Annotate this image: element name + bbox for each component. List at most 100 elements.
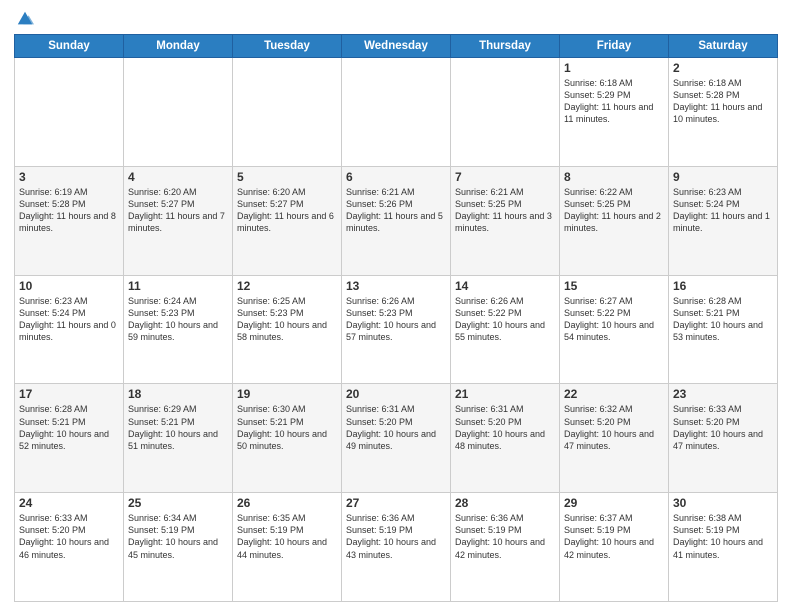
calendar-table: Sunday Monday Tuesday Wednesday Thursday…	[14, 34, 778, 602]
calendar-cell: 22 Sunrise: 6:32 AM Sunset: 5:20 PM Dayli…	[560, 384, 669, 493]
day-number: 17	[19, 387, 119, 401]
day-info: Sunrise: 6:22 AM Sunset: 5:25 PM Dayligh…	[564, 186, 664, 235]
day-info: Sunrise: 6:32 AM Sunset: 5:20 PM Dayligh…	[564, 403, 664, 452]
day-info: Sunrise: 6:23 AM Sunset: 5:24 PM Dayligh…	[673, 186, 773, 235]
day-number: 24	[19, 496, 119, 510]
calendar-cell: 2 Sunrise: 6:18 AM Sunset: 5:28 PM Daylig…	[669, 58, 778, 167]
day-info: Sunrise: 6:28 AM Sunset: 5:21 PM Dayligh…	[19, 403, 119, 452]
calendar-cell: 25 Sunrise: 6:34 AM Sunset: 5:19 PM Dayli…	[124, 493, 233, 602]
day-number: 7	[455, 170, 555, 184]
day-number: 28	[455, 496, 555, 510]
day-number: 10	[19, 279, 119, 293]
calendar-cell: 5Sunrise: 6:20 AM Sunset: 5:27 PM Daylig…	[233, 166, 342, 275]
calendar-cell: 28 Sunrise: 6:36 AM Sunset: 5:19 PM Dayli…	[451, 493, 560, 602]
header-tuesday: Tuesday	[233, 35, 342, 58]
calendar-cell: 29Sunrise: 6:37 AM Sunset: 5:19 PM Dayli…	[560, 493, 669, 602]
calendar-cell: 14 Sunrise: 6:26 AM Sunset: 5:22 PM Dayli…	[451, 275, 560, 384]
calendar-cell	[451, 58, 560, 167]
day-number: 9	[673, 170, 773, 184]
day-info: Sunrise: 6:34 AM Sunset: 5:19 PM Dayligh…	[128, 512, 228, 561]
day-number: 27	[346, 496, 446, 510]
calendar-cell: 12Sunrise: 6:25 AM Sunset: 5:23 PM Dayli…	[233, 275, 342, 384]
calendar-week-1: 1 Sunrise: 6:18 AM Sunset: 5:29 PM Daylig…	[15, 58, 778, 167]
calendar-week-2: 3 Sunrise: 6:19 AM Sunset: 5:28 PM Daylig…	[15, 166, 778, 275]
calendar-cell: 1 Sunrise: 6:18 AM Sunset: 5:29 PM Daylig…	[560, 58, 669, 167]
header-monday: Monday	[124, 35, 233, 58]
day-info: Sunrise: 6:28 AM Sunset: 5:21 PM Dayligh…	[673, 295, 773, 344]
day-number: 13	[346, 279, 446, 293]
calendar-week-4: 17 Sunrise: 6:28 AM Sunset: 5:21 PM Dayli…	[15, 384, 778, 493]
header-friday: Friday	[560, 35, 669, 58]
day-info: Sunrise: 6:20 AM Sunset: 5:27 PM Dayligh…	[237, 186, 337, 235]
day-info: Sunrise: 6:31 AM Sunset: 5:20 PM Dayligh…	[455, 403, 555, 452]
day-number: 1	[564, 61, 664, 75]
calendar-cell: 16 Sunrise: 6:28 AM Sunset: 5:21 PM Dayli…	[669, 275, 778, 384]
calendar-cell: 11 Sunrise: 6:24 AM Sunset: 5:23 PM Dayli…	[124, 275, 233, 384]
day-info: Sunrise: 6:35 AM Sunset: 5:19 PM Dayligh…	[237, 512, 337, 561]
day-number: 22	[564, 387, 664, 401]
day-number: 12	[237, 279, 337, 293]
day-number: 29	[564, 496, 664, 510]
day-info: Sunrise: 6:29 AM Sunset: 5:21 PM Dayligh…	[128, 403, 228, 452]
day-number: 30	[673, 496, 773, 510]
day-number: 19	[237, 387, 337, 401]
day-number: 15	[564, 279, 664, 293]
calendar-cell: 23 Sunrise: 6:33 AM Sunset: 5:20 PM Dayli…	[669, 384, 778, 493]
day-info: Sunrise: 6:33 AM Sunset: 5:20 PM Dayligh…	[673, 403, 773, 452]
calendar-cell	[15, 58, 124, 167]
day-number: 26	[237, 496, 337, 510]
day-number: 18	[128, 387, 228, 401]
day-info: Sunrise: 6:26 AM Sunset: 5:22 PM Dayligh…	[455, 295, 555, 344]
day-number: 8	[564, 170, 664, 184]
day-info: Sunrise: 6:31 AM Sunset: 5:20 PM Dayligh…	[346, 403, 446, 452]
day-info: Sunrise: 6:23 AM Sunset: 5:24 PM Dayligh…	[19, 295, 119, 344]
logo-icon	[16, 10, 34, 28]
calendar-cell: 30 Sunrise: 6:38 AM Sunset: 5:19 PM Dayli…	[669, 493, 778, 602]
calendar-cell: 3 Sunrise: 6:19 AM Sunset: 5:28 PM Daylig…	[15, 166, 124, 275]
day-info: Sunrise: 6:27 AM Sunset: 5:22 PM Dayligh…	[564, 295, 664, 344]
day-info: Sunrise: 6:18 AM Sunset: 5:29 PM Dayligh…	[564, 77, 664, 126]
day-info: Sunrise: 6:26 AM Sunset: 5:23 PM Dayligh…	[346, 295, 446, 344]
day-number: 6	[346, 170, 446, 184]
day-number: 20	[346, 387, 446, 401]
day-number: 4	[128, 170, 228, 184]
header-saturday: Saturday	[669, 35, 778, 58]
calendar-cell	[342, 58, 451, 167]
day-info: Sunrise: 6:18 AM Sunset: 5:28 PM Dayligh…	[673, 77, 773, 126]
day-info: Sunrise: 6:33 AM Sunset: 5:20 PM Dayligh…	[19, 512, 119, 561]
calendar-cell	[233, 58, 342, 167]
day-number: 3	[19, 170, 119, 184]
calendar-cell: 18 Sunrise: 6:29 AM Sunset: 5:21 PM Dayli…	[124, 384, 233, 493]
calendar-week-5: 24 Sunrise: 6:33 AM Sunset: 5:20 PM Dayli…	[15, 493, 778, 602]
calendar-cell: 9 Sunrise: 6:23 AM Sunset: 5:24 PM Daylig…	[669, 166, 778, 275]
calendar-week-3: 10 Sunrise: 6:23 AM Sunset: 5:24 PM Dayli…	[15, 275, 778, 384]
calendar-cell: 4Sunrise: 6:20 AM Sunset: 5:27 PM Daylig…	[124, 166, 233, 275]
day-number: 23	[673, 387, 773, 401]
calendar-cell: 13 Sunrise: 6:26 AM Sunset: 5:23 PM Dayli…	[342, 275, 451, 384]
calendar-header-row: Sunday Monday Tuesday Wednesday Thursday…	[15, 35, 778, 58]
calendar-cell: 20 Sunrise: 6:31 AM Sunset: 5:20 PM Dayli…	[342, 384, 451, 493]
header-thursday: Thursday	[451, 35, 560, 58]
calendar-cell: 17 Sunrise: 6:28 AM Sunset: 5:21 PM Dayli…	[15, 384, 124, 493]
day-number: 21	[455, 387, 555, 401]
day-number: 16	[673, 279, 773, 293]
day-info: Sunrise: 6:36 AM Sunset: 5:19 PM Dayligh…	[455, 512, 555, 561]
calendar-cell: 6Sunrise: 6:21 AM Sunset: 5:26 PM Daylig…	[342, 166, 451, 275]
day-info: Sunrise: 6:19 AM Sunset: 5:28 PM Dayligh…	[19, 186, 119, 235]
calendar-cell: 19Sunrise: 6:30 AM Sunset: 5:21 PM Dayli…	[233, 384, 342, 493]
page: Sunday Monday Tuesday Wednesday Thursday…	[0, 0, 792, 612]
day-number: 25	[128, 496, 228, 510]
calendar-cell	[124, 58, 233, 167]
day-number: 14	[455, 279, 555, 293]
calendar-cell: 21 Sunrise: 6:31 AM Sunset: 5:20 PM Dayli…	[451, 384, 560, 493]
day-info: Sunrise: 6:24 AM Sunset: 5:23 PM Dayligh…	[128, 295, 228, 344]
header-sunday: Sunday	[15, 35, 124, 58]
day-number: 11	[128, 279, 228, 293]
calendar-cell: 8 Sunrise: 6:22 AM Sunset: 5:25 PM Daylig…	[560, 166, 669, 275]
day-info: Sunrise: 6:38 AM Sunset: 5:19 PM Dayligh…	[673, 512, 773, 561]
day-info: Sunrise: 6:21 AM Sunset: 5:25 PM Dayligh…	[455, 186, 555, 235]
header	[14, 10, 778, 28]
day-number: 2	[673, 61, 773, 75]
header-wednesday: Wednesday	[342, 35, 451, 58]
logo	[14, 10, 34, 28]
